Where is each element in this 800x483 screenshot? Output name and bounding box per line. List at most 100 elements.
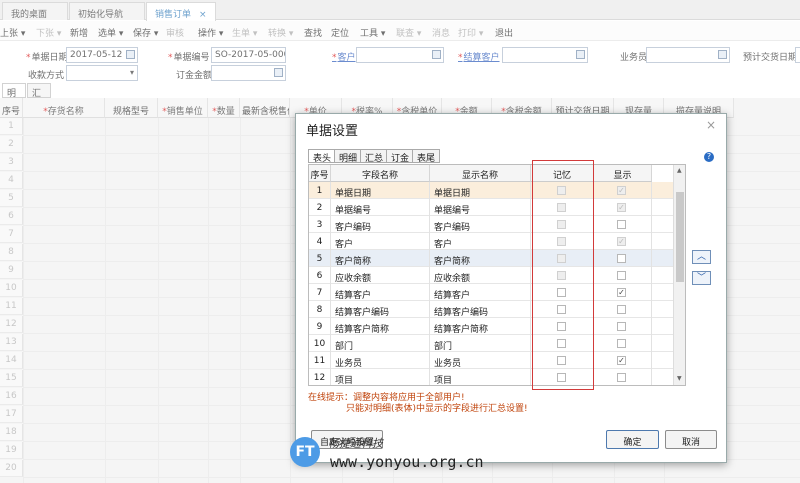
- row-number: 2: [309, 199, 331, 216]
- field-settings-table: ▲ ▼ 序号 字段名称 显示名称 记忆 显示 1 单据日期 单据日期 ✓ 2 单据编号 单据编号 ✓ 3 客…: [308, 164, 686, 386]
- dialog-tab[interactable]: 明细: [334, 149, 363, 164]
- field-name: 客户: [331, 233, 430, 250]
- display-name[interactable]: 项目: [430, 369, 531, 385]
- dialog-tab[interactable]: 汇总: [360, 149, 389, 164]
- settings-row[interactable]: 10 部门 部门: [309, 335, 673, 352]
- show-cell: [594, 216, 652, 233]
- field-name: 客户编码: [331, 216, 430, 233]
- field-name: 结算客户简称: [331, 318, 430, 335]
- online-hint: 在线提示：调整内容将应用于全部用户! 只能对明细(表体)中显示的字段进行汇总设置…: [308, 393, 528, 415]
- move-up-button[interactable]: ︿: [692, 250, 711, 264]
- field-name: 项目: [331, 369, 430, 385]
- dialog-tab[interactable]: 表头: [308, 149, 337, 164]
- field-name: 单据日期: [331, 182, 430, 199]
- help-icon[interactable]: ?: [704, 152, 714, 162]
- settings-row[interactable]: 5 客户简称 客户简称: [309, 250, 673, 267]
- close-icon[interactable]: ×: [706, 118, 716, 132]
- display-name[interactable]: 客户编码: [430, 216, 531, 233]
- watermark-url: www.yonyou.org.cn: [330, 453, 484, 471]
- row-number: 4: [309, 233, 331, 250]
- row-number: 3: [309, 216, 331, 233]
- settings-row[interactable]: 9 结算客户简称 结算客户简称: [309, 318, 673, 335]
- display-name[interactable]: 应收余额: [430, 267, 531, 284]
- settings-row[interactable]: 11 业务员 业务员 ✓: [309, 352, 673, 369]
- settings-column-header: 字段名称: [331, 165, 430, 182]
- checkbox[interactable]: [617, 254, 626, 263]
- display-name[interactable]: 客户: [430, 233, 531, 250]
- settings-row[interactable]: 2 单据编号 单据编号 ✓: [309, 199, 673, 216]
- settings-row[interactable]: 3 客户编码 客户编码: [309, 216, 673, 233]
- scroll-down-icon[interactable]: ▼: [677, 375, 682, 382]
- dialog-title: 单据设置: [306, 124, 359, 139]
- display-name[interactable]: 客户简称: [430, 250, 531, 267]
- settings-row[interactable]: 1 单据日期 单据日期 ✓: [309, 182, 673, 199]
- show-cell: [594, 250, 652, 267]
- field-name: 应收余额: [331, 267, 430, 284]
- display-name[interactable]: 业务员: [430, 352, 531, 369]
- display-name[interactable]: 结算客户: [430, 284, 531, 301]
- row-number: 5: [309, 250, 331, 267]
- row-number: 12: [309, 369, 331, 385]
- display-name[interactable]: 结算客户编码: [430, 301, 531, 318]
- field-name: 业务员: [331, 352, 430, 369]
- checkbox[interactable]: [617, 339, 626, 348]
- show-cell: ✓: [594, 284, 652, 301]
- show-cell: [594, 369, 652, 385]
- ok-button[interactable]: 确定: [606, 430, 659, 449]
- checkbox[interactable]: ✓: [617, 288, 626, 297]
- watermark: FT 畅捷通科技 www.yonyou.org.cn: [290, 433, 510, 478]
- show-cell: [594, 267, 652, 284]
- display-name[interactable]: 单据编号: [430, 199, 531, 216]
- checkbox[interactable]: [617, 271, 626, 280]
- checkbox: ✓: [617, 237, 626, 246]
- show-cell: ✓: [594, 182, 652, 199]
- settings-row[interactable]: 7 结算客户 结算客户 ✓: [309, 284, 673, 301]
- move-down-button[interactable]: ﹀: [692, 271, 711, 285]
- hint-line-1: 在线提示：调整内容将应用于全部用户!: [308, 393, 465, 403]
- vertical-scrollbar[interactable]: ▲ ▼: [673, 165, 685, 385]
- settings-row[interactable]: 6 应收余额 应收余额: [309, 267, 673, 284]
- row-number: 6: [309, 267, 331, 284]
- row-number: 10: [309, 335, 331, 352]
- show-cell: ✓: [594, 199, 652, 216]
- display-name[interactable]: 结算客户简称: [430, 318, 531, 335]
- settings-column-header: 序号: [309, 165, 331, 182]
- row-number: 9: [309, 318, 331, 335]
- show-cell: [594, 335, 652, 352]
- field-name: 部门: [331, 335, 430, 352]
- scroll-up-icon[interactable]: ▲: [677, 167, 682, 174]
- scrollbar-thumb[interactable]: [676, 192, 684, 282]
- checkbox: ✓: [617, 186, 626, 195]
- row-number: 8: [309, 301, 331, 318]
- memory-column-highlight: [532, 160, 594, 390]
- dialog-tab[interactable]: 订金: [386, 149, 415, 164]
- field-name: 客户简称: [331, 250, 430, 267]
- show-cell: [594, 318, 652, 335]
- show-cell: ✓: [594, 233, 652, 250]
- document-settings-dialog: 单据设置 × 表头 明细 汇总 订金 表尾 ? ▲ ▼ 序号 字段名称 显示名称 记忆 显示 1 单…: [295, 113, 727, 463]
- checkbox[interactable]: [617, 322, 626, 331]
- display-name[interactable]: 单据日期: [430, 182, 531, 199]
- dialog-tab[interactable]: 表尾: [412, 149, 441, 164]
- row-number: 7: [309, 284, 331, 301]
- checkbox[interactable]: ✓: [617, 356, 626, 365]
- checkbox[interactable]: [617, 373, 626, 382]
- row-number: 1: [309, 182, 331, 199]
- settings-row[interactable]: 8 结算客户编码 结算客户编码: [309, 301, 673, 318]
- hint-line-2: 只能对明细(表体)中显示的字段进行汇总设置!: [346, 404, 528, 414]
- display-name[interactable]: 部门: [430, 335, 531, 352]
- field-name: 单据编号: [331, 199, 430, 216]
- show-cell: [594, 301, 652, 318]
- settings-row[interactable]: 12 项目 项目: [309, 369, 673, 385]
- field-name: 结算客户: [331, 284, 430, 301]
- settings-column-header: 显示名称: [430, 165, 531, 182]
- cancel-button[interactable]: 取消: [665, 430, 717, 449]
- watermark-company: 畅捷通科技: [328, 437, 383, 450]
- checkbox[interactable]: [617, 220, 626, 229]
- show-cell: ✓: [594, 352, 652, 369]
- checkbox[interactable]: [617, 305, 626, 314]
- settings-row[interactable]: 4 客户 客户 ✓: [309, 233, 673, 250]
- row-number: 11: [309, 352, 331, 369]
- field-name: 结算客户编码: [331, 301, 430, 318]
- checkbox: ✓: [617, 203, 626, 212]
